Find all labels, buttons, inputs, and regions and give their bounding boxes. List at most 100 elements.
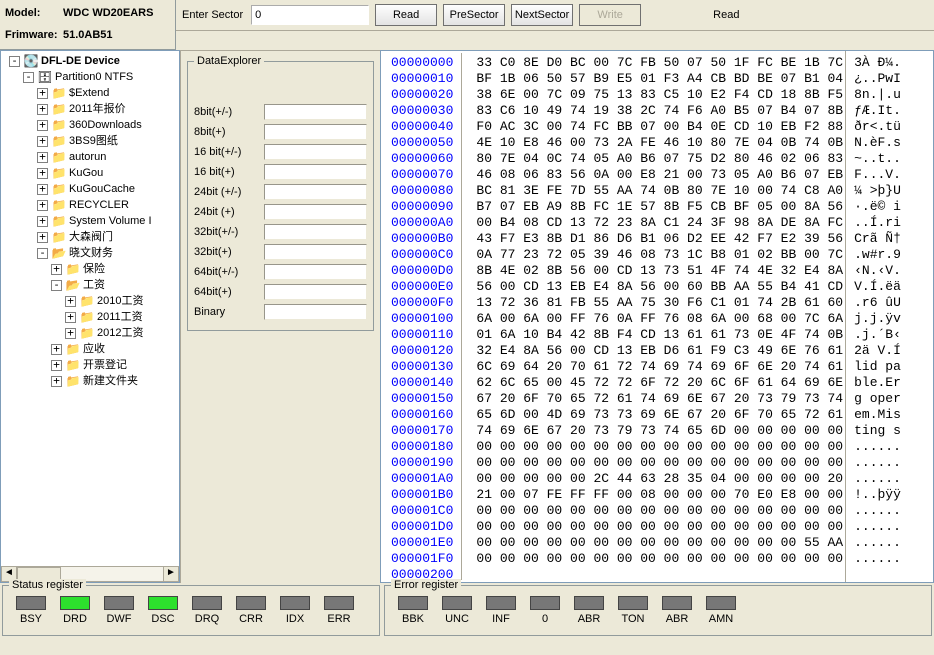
drive-icon (37, 70, 53, 84)
folder-icon (51, 86, 67, 100)
register-label: ABR (567, 613, 611, 625)
toggle-icon[interactable]: + (65, 296, 76, 307)
tree-folder[interactable]: RECYCLER (69, 197, 129, 213)
de-value-box (264, 104, 367, 120)
register-label: IDX (273, 613, 317, 625)
tree-folder[interactable]: autorun (69, 149, 106, 165)
de-label: 32bit(+/-) (194, 226, 264, 238)
toggle-icon[interactable]: + (37, 88, 48, 99)
data-explorer-row: 16 bit(+) (194, 164, 367, 180)
data-explorer-row: 64bit(+/-) (194, 264, 367, 280)
toggle-icon[interactable]: - (37, 248, 48, 259)
toggle-icon[interactable]: + (37, 152, 48, 163)
register-label: DWF (97, 613, 141, 625)
source-disk-title: Source Disk (3, 0, 68, 1)
led-indicator (16, 596, 46, 610)
toggle-icon[interactable]: + (51, 344, 62, 355)
toggle-icon[interactable]: + (51, 376, 62, 387)
register-label: ERR (317, 613, 361, 625)
register-label: DRD (53, 613, 97, 625)
register-label: DRQ (185, 613, 229, 625)
toggle-icon[interactable]: - (9, 56, 20, 67)
toggle-icon[interactable]: - (23, 72, 34, 83)
toggle-icon[interactable]: - (51, 280, 62, 291)
tree-partition[interactable]: Partition0 NTFS (55, 69, 133, 85)
led-indicator (148, 596, 178, 610)
toggle-icon[interactable]: + (37, 120, 48, 131)
data-explorer-row: 32bit(+/-) (194, 224, 367, 240)
de-label: 64bit(+) (194, 286, 264, 298)
data-explorer-row: 8bit(+/-) (194, 104, 367, 120)
de-label: 64bit(+/-) (194, 266, 264, 278)
tree-folder[interactable]: System Volume I (69, 213, 152, 229)
led-indicator (236, 596, 266, 610)
register-label: 0 (523, 613, 567, 625)
toggle-icon[interactable]: + (37, 232, 48, 243)
folder-icon (51, 134, 67, 148)
scroll-right-icon[interactable]: ► (163, 566, 179, 582)
tree-folder[interactable]: KuGou (69, 165, 103, 181)
tree-folder[interactable]: 大森阀门 (69, 229, 113, 245)
data-explorer-row: Binary (194, 304, 367, 320)
nextsector-button[interactable]: NextSector (511, 4, 573, 26)
toggle-icon[interactable]: + (65, 312, 76, 323)
toggle-icon[interactable]: + (37, 200, 48, 211)
tree-folder[interactable]: 工资 (83, 277, 105, 293)
tree-folder[interactable]: KuGouCache (69, 181, 135, 197)
model-label: Model: (5, 7, 63, 19)
de-value-box (264, 124, 367, 140)
led-indicator (60, 596, 90, 610)
tree-folder[interactable]: 2011年报价 (69, 101, 126, 117)
folder-icon (65, 358, 81, 372)
toggle-icon[interactable]: + (37, 104, 48, 115)
tree-folder[interactable]: 开票登记 (83, 357, 127, 373)
led-indicator (618, 596, 648, 610)
data-explorer-row: 64bit(+) (194, 284, 367, 300)
tree-folder[interactable]: 2011工资 (97, 309, 143, 325)
toggle-icon[interactable]: + (37, 136, 48, 147)
de-value-box (264, 144, 367, 160)
tree-folder[interactable]: $Extend (69, 85, 109, 101)
tree-folder[interactable]: 新建文件夹 (83, 373, 138, 389)
de-value-box (264, 304, 367, 320)
read-button[interactable]: Read (375, 4, 437, 26)
toggle-icon[interactable]: + (37, 168, 48, 179)
tree-folder[interactable]: 2012工资 (97, 325, 143, 341)
folder-icon (79, 310, 95, 324)
data-explorer-row: 8bit(+) (194, 124, 367, 140)
data-explorer-row: 24bit (+) (194, 204, 367, 220)
toggle-icon[interactable]: + (51, 264, 62, 275)
tree-folder[interactable]: 3BS9图纸 (69, 133, 118, 149)
ascii-column[interactable]: 3À Đ¼.¿..PwI8n.|.uƒÆ.It.ðr<.tüN.èF.s~..t… (845, 51, 905, 582)
de-label: 24bit (+/-) (194, 186, 264, 198)
tree-root[interactable]: DFL-DE Device (41, 53, 120, 69)
de-value-box (264, 204, 367, 220)
data-explorer-row: 32bit(+) (194, 244, 367, 260)
write-button[interactable]: Write (579, 4, 641, 26)
status-register-group: Status register BSYDRDDWFDSCDRQCRRIDXERR (2, 585, 380, 636)
led-indicator (574, 596, 604, 610)
toggle-icon[interactable]: + (37, 216, 48, 227)
folder-icon (79, 294, 95, 308)
tree-folder[interactable]: 360Downloads (69, 117, 142, 133)
toggle-icon[interactable]: + (51, 360, 62, 371)
tree-folder[interactable]: 应收 (83, 341, 105, 357)
sector-bar: Enter Sector Read PreSector NextSector W… (176, 0, 934, 31)
led-indicator (104, 596, 134, 610)
bytes-column[interactable]: 33 C0 8E D0 BC 00 7C FB 50 07 50 1F FC B… (466, 51, 845, 582)
source-disk-group: Source Disk Model: WDC WD20EARS Frimware… (0, 0, 176, 50)
led-indicator (662, 596, 692, 610)
offset-column: 0000000000000010000000200000003000000040… (381, 51, 457, 582)
enter-sector-label: Enter Sector (182, 9, 243, 21)
tree-folder[interactable]: 晓文财务 (69, 245, 113, 261)
tree-view[interactable]: -DFL-DE Device -Partition0 NTFS +$Extend… (0, 50, 180, 583)
tree-folder[interactable]: 保险 (83, 261, 105, 277)
folder-icon (65, 342, 81, 356)
presector-button[interactable]: PreSector (443, 4, 505, 26)
sector-input[interactable] (251, 5, 369, 25)
hex-view[interactable]: 0000000000000010000000200000003000000040… (380, 50, 934, 583)
tree-folder[interactable]: 2010工资 (97, 293, 143, 309)
folder-icon (65, 262, 81, 276)
toggle-icon[interactable]: + (65, 328, 76, 339)
toggle-icon[interactable]: + (37, 184, 48, 195)
